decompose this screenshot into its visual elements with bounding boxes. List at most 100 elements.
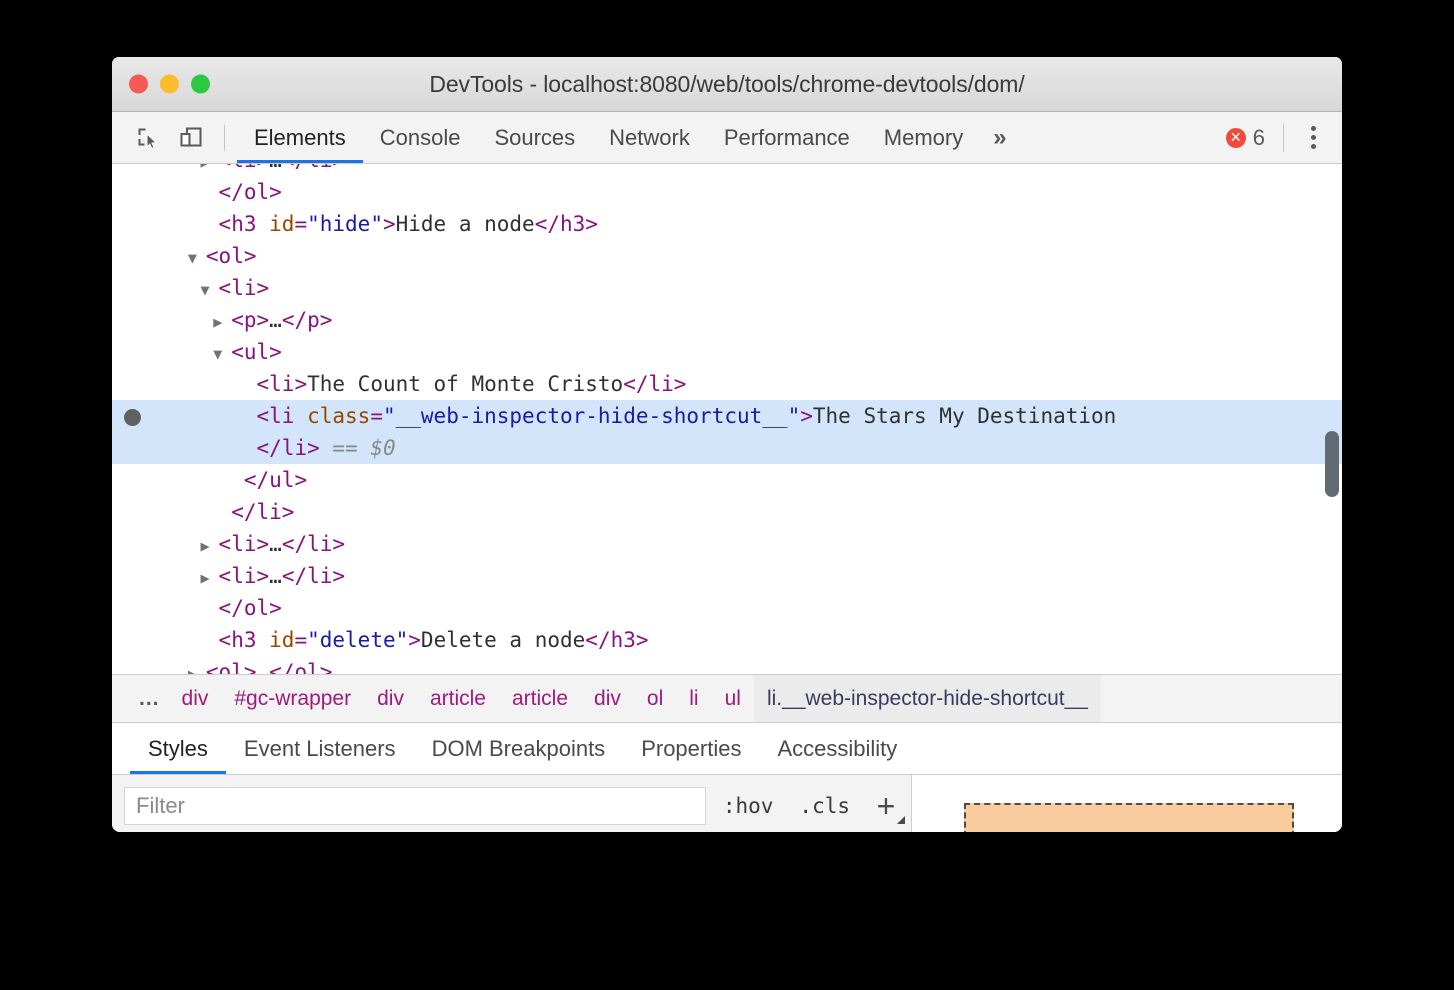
box-model-margin-box [964, 803, 1294, 832]
new-style-rule-button[interactable]: + [866, 786, 906, 826]
breadcrumb-item-6[interactable]: div [581, 675, 634, 722]
dom-node-row[interactable]: ▶<li>…</li> [112, 528, 1342, 560]
code-token-punct: < [206, 244, 219, 268]
tab-console[interactable]: Console [363, 112, 478, 163]
code-token-tag: li [307, 564, 332, 588]
tab-elements[interactable]: Elements [237, 112, 363, 163]
breadcrumb-item-7[interactable]: ol [634, 675, 676, 722]
code-token-punct: = [294, 628, 307, 652]
code-token-punct: > [307, 436, 320, 460]
code-token-tag: li [231, 276, 256, 300]
chevron-down-icon[interactable]: ▼ [213, 338, 231, 370]
dom-node-row[interactable]: <h3 id="delete">Delete a node</h3> [112, 624, 1342, 656]
dom-tree-scrollbar[interactable] [1325, 431, 1339, 497]
code-token-ellip: … [269, 532, 282, 556]
chevron-down-icon[interactable]: ▼ [188, 242, 206, 274]
code-token-attr: id [269, 212, 294, 236]
dom-node-row[interactable]: ▼<ul> [112, 336, 1342, 368]
tab-memory[interactable]: Memory [867, 112, 980, 163]
filter-input[interactable]: Filter [124, 787, 706, 825]
code-token-ellip: … [269, 308, 282, 332]
toolbar-right-group: ✕ 6 [1226, 121, 1342, 155]
dom-node-line: </ol> [112, 592, 1342, 624]
breadcrumb-item-overflow[interactable]: ... [130, 675, 169, 722]
chevron-right-icon[interactable]: ▶ [213, 306, 231, 338]
error-badge[interactable]: ✕ 6 [1226, 125, 1265, 151]
styles-pane-tabs: Styles Event Listeners DOM Breakpoints P… [112, 723, 1342, 775]
chevron-right-icon[interactable]: ▶ [201, 562, 219, 594]
device-toolbar-icon[interactable] [174, 121, 208, 155]
dom-node-row-selected[interactable]: <li class="__web-inspector-hide-shortcut… [112, 400, 1342, 464]
more-tabs-label: » [993, 124, 1006, 152]
dom-node-row[interactable]: </ul> [112, 464, 1342, 496]
tab-network[interactable]: Network [592, 112, 707, 163]
devtools-toolbar: Elements Console Sources Network Perform… [112, 112, 1342, 164]
close-button[interactable] [129, 75, 148, 94]
kebab-menu-icon[interactable] [1296, 121, 1330, 155]
code-token-tag: p [244, 308, 257, 332]
breadcrumb-item-1[interactable]: div [169, 675, 222, 722]
code-token-tag: h3 [560, 212, 585, 236]
dom-node-line: ▶<li>…</li> [112, 560, 1342, 594]
breadcrumb-item-4[interactable]: article [417, 675, 499, 722]
dom-node-line: ▼<ol> [112, 240, 1342, 274]
breadcrumb-item-2[interactable]: #gc-wrapper [221, 675, 364, 722]
more-tabs-chevron-icon[interactable]: » [980, 112, 1019, 163]
dom-tree-pane[interactable]: ▶<li>…</li></ol><h3 id="hide">Hide a nod… [112, 164, 1342, 675]
dom-node-line: <h3 id="hide">Hide a node</h3> [112, 208, 1342, 240]
breadcrumb-item-3[interactable]: div [364, 675, 417, 722]
dom-node-row[interactable]: <h3 id="hide">Hide a node</h3> [112, 208, 1342, 240]
hov-toggle-button[interactable]: :hov [714, 794, 783, 818]
code-token-punct: < [231, 308, 244, 332]
code-token-tag: ol [219, 244, 244, 268]
code-token-txt: The Stars My Destination [813, 404, 1116, 428]
tab-performance[interactable]: Performance [707, 112, 867, 163]
tab-properties[interactable]: Properties [623, 723, 759, 774]
breadcrumb-item-8[interactable]: li [676, 675, 711, 722]
dom-node-row[interactable]: </ol> [112, 176, 1342, 208]
dom-node-line: </ol> [112, 176, 1342, 208]
code-token-txt: The Count of Monte Cristo [307, 372, 623, 396]
code-token-punct: > [383, 212, 396, 236]
breadcrumb-item-10[interactable]: li.__web-inspector-hide-shortcut__ [754, 675, 1101, 722]
maximize-button[interactable] [191, 75, 210, 94]
tab-sources-label: Sources [494, 125, 575, 151]
dom-node-line: ▼<li> [112, 272, 1342, 306]
chevron-down-icon[interactable]: ▼ [201, 274, 219, 306]
chevron-right-icon[interactable]: ▶ [201, 530, 219, 562]
code-token-punct: < [219, 276, 232, 300]
minimize-button[interactable] [160, 75, 179, 94]
code-token-punct: < [219, 564, 232, 588]
tab-styles[interactable]: Styles [130, 723, 226, 774]
code-token-tag: li [231, 564, 256, 588]
dom-node-row[interactable]: </ol> [112, 592, 1342, 624]
dom-node-row[interactable]: </li> [112, 496, 1342, 528]
tab-event-listeners[interactable]: Event Listeners [226, 723, 414, 774]
tab-sources[interactable]: Sources [477, 112, 592, 163]
dom-node-row[interactable]: ▶<p>…</p> [112, 304, 1342, 336]
code-token-punct: < [219, 212, 232, 236]
tab-performance-label: Performance [724, 125, 850, 151]
code-token-punct: </ [585, 628, 610, 652]
window-titlebar: DevTools - localhost:8080/web/tools/chro… [112, 57, 1342, 112]
tab-accessibility[interactable]: Accessibility [759, 723, 915, 774]
code-token-punct: > [332, 564, 345, 588]
dom-node-row[interactable]: ▶<li>…</li> [112, 560, 1342, 592]
breadcrumb-item-9[interactable]: ul [712, 675, 754, 722]
dom-node-row[interactable]: ▼<ol> [112, 240, 1342, 272]
dom-node-row[interactable]: ▶<li>…</li> [112, 164, 1342, 176]
dom-node-row[interactable]: ▼<li> [112, 272, 1342, 304]
code-token-val: "delete" [307, 628, 408, 652]
chevron-right-icon[interactable]: ▶ [188, 658, 206, 675]
dom-node-row[interactable]: ▶<ol>…</ol> [112, 656, 1342, 675]
cls-toggle-button[interactable]: .cls [790, 794, 859, 818]
code-token-punct: > [282, 500, 295, 524]
inspect-element-icon[interactable] [132, 121, 166, 155]
code-token-tag: h3 [231, 628, 256, 652]
computed-box-model-pane [912, 775, 1342, 832]
tab-dom-breakpoints[interactable]: DOM Breakpoints [414, 723, 624, 774]
dom-node-row[interactable]: <li>The Count of Monte Cristo</li> [112, 368, 1342, 400]
code-token-punct: > [257, 532, 270, 556]
breadcrumb-item-5[interactable]: article [499, 675, 581, 722]
code-token-punct: > [244, 244, 257, 268]
